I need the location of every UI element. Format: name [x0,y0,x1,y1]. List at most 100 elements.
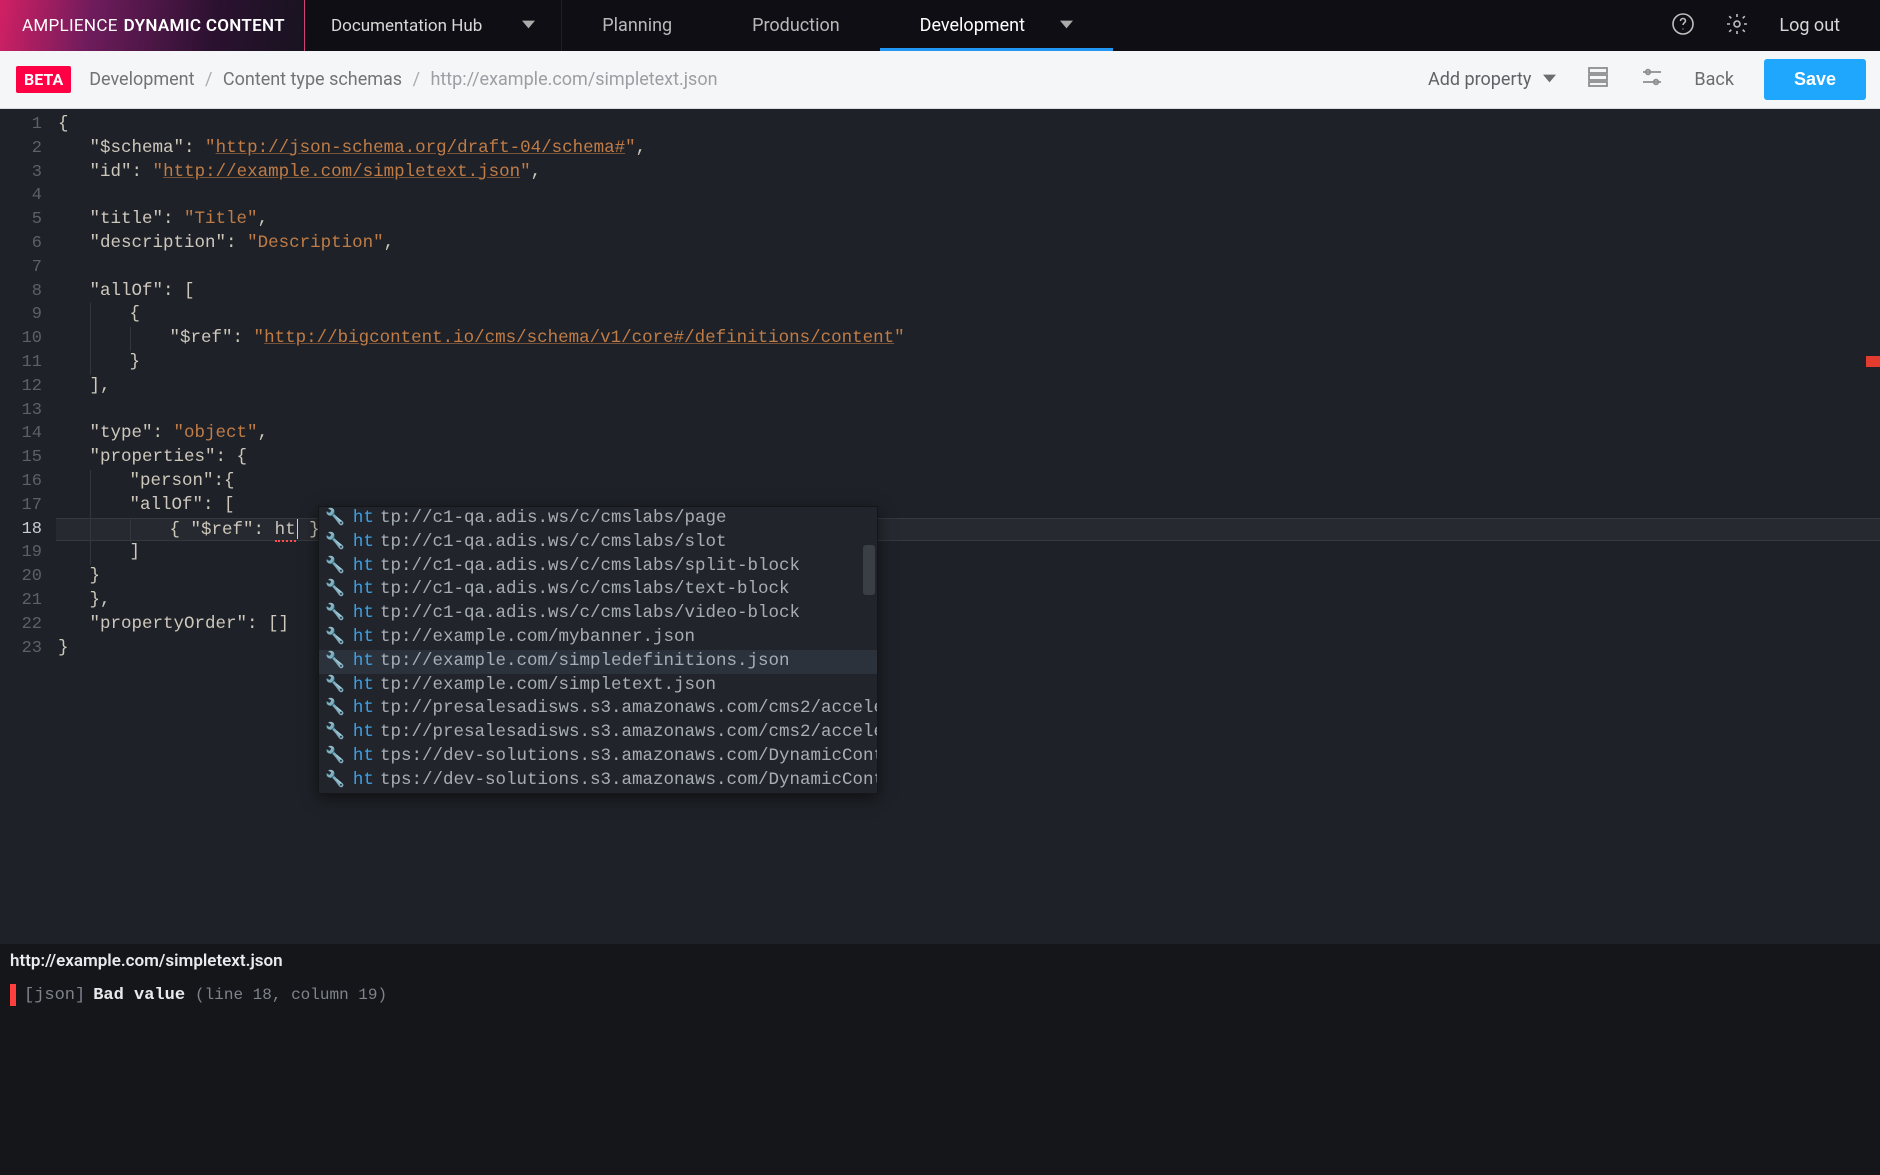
logout-link[interactable]: Log out [1779,15,1840,36]
autocomplete-text: tp://example.com/simpledefinitions.json [380,650,790,674]
autocomplete-text: tp://example.com/mybanner.json [380,626,695,650]
line-number: 18 [0,518,42,542]
autocomplete-item[interactable]: 🔧 http://example.com/simpledefinitions.js… [319,650,877,674]
autocomplete-highlight: ht [353,555,374,579]
autocomplete-item[interactable]: 🔧http://example.com/simpletext.json [319,674,877,698]
tab-planning[interactable]: Planning [562,0,712,51]
problem-source: [json] [24,986,85,1005]
autocomplete-highlight: ht [353,650,374,674]
line-number: 8 [0,280,42,304]
caret-down-icon [1060,15,1073,36]
code-token: { [58,114,69,134]
line-number: 4 [0,184,42,208]
autocomplete-text: tp://c1-qa.adis.ws/c/cmslabs/slot [380,531,727,555]
wrench-icon: 🔧 [325,650,345,674]
tab-label: Production [752,15,840,36]
brand-part2: DYNAMIC CONTENT [124,16,285,36]
code-token: "$schema" [90,138,185,158]
line-number: 13 [0,399,42,423]
autocomplete-item[interactable]: 🔧https://dev-solutions.s3.amazonaws.com/… [319,769,877,793]
autocomplete-item[interactable]: 🔧http://presalesadisws.s3.amazonaws.com/… [319,721,877,745]
autocomplete-text: tp://c1-qa.adis.ws/c/cmslabs/text-block [380,578,790,602]
autocomplete-item[interactable]: 🔧http://c1-qa.adis.ws/c/cmslabs/page [319,507,877,531]
problems-tab[interactable]: http://example.com/simpletext.json [10,951,283,971]
code-link[interactable]: http://json-schema.org/draft-04/schema# [216,138,626,158]
add-property-dropdown[interactable]: Add property [1428,69,1556,90]
hub-dropdown[interactable]: Documentation Hub [305,0,562,51]
autocomplete-text: tp://example.com/simpletext.json [380,674,716,698]
line-number: 11 [0,351,42,375]
code-token: "allOf" [90,281,164,301]
code-token: "$ref" [170,328,233,348]
line-number: 7 [0,256,42,280]
autocomplete-item[interactable]: 🔧http://c1-qa.adis.ws/c/cmslabs/video-bl… [319,602,877,626]
wrench-icon: 🔧 [325,769,345,793]
autocomplete-highlight: ht [353,721,374,745]
add-property-label: Add property [1428,69,1531,90]
autocomplete-highlight: ht [353,602,374,626]
line-number: 12 [0,375,42,399]
autocomplete-item[interactable]: 🔧http://c1-qa.adis.ws/c/cmslabs/text-blo… [319,578,877,602]
code-token: "propertyOrder" [90,614,248,634]
tab-production[interactable]: Production [712,0,880,51]
autocomplete-highlight: ht [353,531,374,555]
line-number: 19 [0,541,42,565]
problem-location: (line 18, column 19) [195,986,387,1004]
top-right-controls: Log out [1671,0,1880,51]
code-editor[interactable]: 1234567891011121314151617181920212223 { … [0,109,1880,944]
autocomplete-item[interactable]: 🔧https://dev-solutions.s3.amazonaws.com/… [319,745,877,769]
autocomplete-text: tp://c1-qa.adis.ws/c/cmslabs/split-block [380,555,800,579]
sliders-icon[interactable] [1640,65,1664,94]
problem-row[interactable]: [json] Bad value (line 18, column 19) [10,982,1870,1008]
layout-toggle-icon[interactable] [1586,65,1610,94]
code-token: "Title" [184,209,258,229]
autocomplete-item[interactable]: 🔧http://c1-qa.adis.ws/c/cmslabs/slot [319,531,877,555]
breadcrumb-schemas[interactable]: Content type schemas [223,69,402,90]
code-area[interactable]: { "$schema": "http://json-schema.org/dra… [56,109,1880,944]
code-error-token: ht [275,520,296,542]
code-token: "allOf" [130,495,204,515]
wrench-icon: 🔧 [325,555,345,579]
hub-dropdown-label: Documentation Hub [331,16,482,36]
settings-icon[interactable] [1725,12,1749,40]
caret-down-icon [522,16,535,35]
wrench-icon: 🔧 [325,626,345,650]
line-number: 23 [0,637,42,661]
brand-part1: AMPLIENCE [22,16,118,36]
code-token: "properties" [90,447,216,467]
autocomplete-text: tps://dev-solutions.s3.amazonaws.com/Dyn… [380,745,877,769]
autocomplete-scrollbar[interactable] [863,545,875,595]
breadcrumb-sep: / [413,69,420,90]
line-number: 14 [0,422,42,446]
help-icon[interactable] [1671,12,1695,40]
breadcrumb: Development / Content type schemas / htt… [89,69,717,90]
tab-label: Development [920,15,1025,36]
error-overview-marker[interactable] [1866,356,1880,367]
code-token: "title" [90,209,164,229]
autocomplete-highlight: ht [353,697,374,721]
code-token: "Description" [247,233,384,253]
autocomplete-item[interactable]: 🔧 http://c1-qa.adis.ws/c/cmslabs/split-bl… [319,555,877,579]
autocomplete-highlight: ht [353,674,374,698]
autocomplete-highlight: ht [353,507,374,531]
beta-badge: BETA [16,66,71,93]
code-link[interactable]: http://bigcontent.io/cms/schema/v1/core#… [264,328,894,348]
code-token: "object" [174,423,258,443]
autocomplete-item[interactable]: 🔧http://example.com/mybanner.json [319,626,877,650]
back-button[interactable]: Back [1694,69,1734,90]
code-token: "description" [90,233,227,253]
caret-down-icon [1543,69,1556,90]
line-number: 22 [0,613,42,637]
breadcrumb-development[interactable]: Development [89,69,194,90]
wrench-icon: 🔧 [325,578,345,602]
tab-development[interactable]: Development [880,0,1113,51]
wrench-icon: 🔧 [325,745,345,769]
save-button[interactable]: Save [1764,59,1866,100]
autocomplete-text: tp://c1-qa.adis.ws/c/cmslabs/video-block [380,602,800,626]
line-number: 21 [0,589,42,613]
line-number: 16 [0,470,42,494]
code-link[interactable]: http://example.com/simpletext.json [163,162,520,182]
autocomplete-item[interactable]: 🔧http://presalesadisws.s3.amazonaws.com/… [319,697,877,721]
autocomplete-text: tp://presalesadisws.s3.amazonaws.com/cms… [380,721,877,745]
breadcrumb-current: http://example.com/simpletext.json [430,69,717,90]
